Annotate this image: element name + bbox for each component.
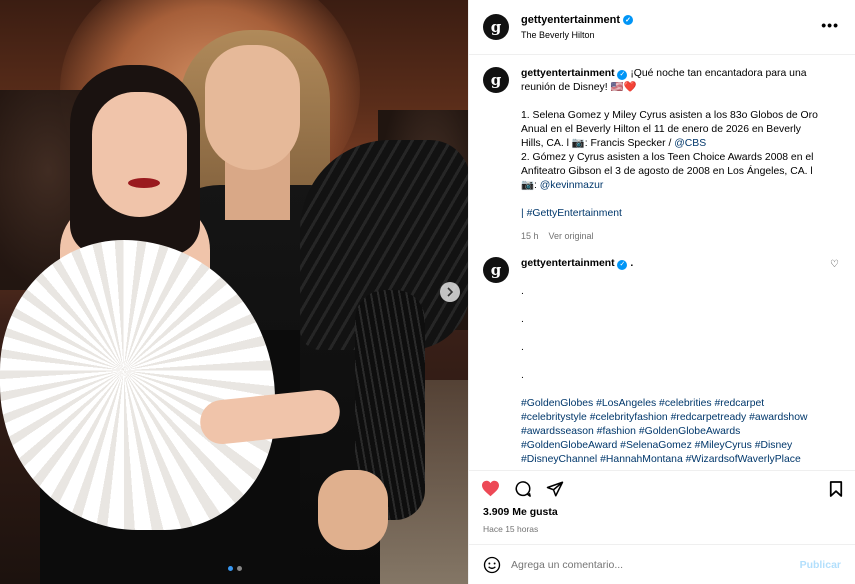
caption-text: Hills, CA. l 📷: Francis Specker / <box>521 138 675 149</box>
comment-body: gettyentertainment ✓ . . . . . #GoldenGl… <box>521 257 821 467</box>
caption-comment: g gettyentertainment ✓ ¡Qué noche tan en… <box>483 67 841 243</box>
comment-dot: . <box>521 314 524 325</box>
post-timestamp: Hace 15 horas <box>483 524 539 534</box>
person-left-lips <box>128 178 160 188</box>
more-options-icon[interactable]: ••• <box>821 17 839 33</box>
caption-username[interactable]: gettyentertainment <box>521 68 615 79</box>
comment-spacer <box>521 383 821 397</box>
verified-icon: ✓ <box>617 70 628 80</box>
verified-icon: ✓ <box>617 260 628 270</box>
caption-meta: 15 h Ver original <box>521 229 821 243</box>
comment-button[interactable] <box>514 480 532 498</box>
comment-item: g gettyentertainment ✓ . . . . . #Golden… <box>483 257 841 467</box>
publish-button[interactable]: Publicar <box>800 559 841 571</box>
avatar[interactable]: g <box>483 67 509 93</box>
person-right-hand <box>318 470 388 550</box>
person-right-face <box>205 45 300 170</box>
hashtag-line[interactable]: #DisneyChannel #HannahMontana #Wizardsof… <box>521 453 821 467</box>
header-username[interactable]: gettyentertainment ✓ <box>521 14 634 26</box>
caption-line: Hills, CA. l 📷: Francis Specker / @CBS <box>521 137 821 151</box>
comment-spacer <box>521 327 821 341</box>
caption-line: reunión de Disney! 🇺🇸❤️ <box>521 81 821 95</box>
person-left-face <box>92 92 187 217</box>
avatar[interactable]: g <box>483 14 509 40</box>
comments-list[interactable]: g gettyentertainment ✓ ¡Qué noche tan en… <box>469 55 855 470</box>
caption-line: gettyentertainment ✓ ¡Qué noche tan enca… <box>521 67 821 81</box>
emoji-icon[interactable] <box>483 556 501 574</box>
carousel-dot-1 <box>228 566 233 571</box>
action-bar <box>469 470 855 506</box>
see-original-link[interactable]: Ver original <box>549 229 594 243</box>
caption-text: ¡Qué noche tan encantadora para una <box>630 68 807 79</box>
caption-time: 15 h <box>521 231 539 241</box>
verified-icon: ✓ <box>623 15 634 25</box>
bookmark-icon <box>829 480 843 497</box>
like-button[interactable] <box>481 480 500 497</box>
caption-line: 2. Gómez y Cyrus asisten a los Teen Choi… <box>521 152 814 163</box>
avatar[interactable]: g <box>483 257 509 283</box>
caption-line: 📷: @kevinmazur <box>521 179 821 193</box>
mention-cbs[interactable]: @CBS <box>674 138 706 149</box>
caption-line: Anual en el Beverly Hilton el 11 de ener… <box>521 124 801 135</box>
comment-composer: Publicar <box>469 544 855 584</box>
likes-count[interactable]: 3.909 Me gusta <box>469 506 855 524</box>
comment-like-icon[interactable]: ♡ <box>830 259 839 270</box>
caption-emoji: 🇺🇸❤️ <box>610 82 637 93</box>
comment-input[interactable] <box>511 558 790 571</box>
comment-username[interactable]: gettyentertainment <box>521 258 615 269</box>
heart-filled-icon <box>482 480 499 497</box>
caption-text: 📷: <box>521 180 540 191</box>
comment-dot: . <box>521 370 524 381</box>
comment-spacer <box>521 299 821 313</box>
comment-dot: . <box>521 286 524 297</box>
post-header: g gettyentertainment ✓ The Beverly Hilto… <box>469 0 855 55</box>
hashtag-line[interactable]: #awardsseason #fashion #GoldenGlobeAward… <box>521 425 821 439</box>
comment-dot: . <box>521 342 524 353</box>
carousel-dot-2 <box>237 566 242 571</box>
comment-line: gettyentertainment ✓ . <box>521 257 821 271</box>
caption-text: reunión de Disney! <box>521 82 611 93</box>
comment-spacer <box>521 355 821 369</box>
post-photo[interactable] <box>0 0 468 584</box>
comment-text: . <box>630 258 634 269</box>
username-label[interactable]: gettyentertainment <box>521 14 620 26</box>
caption-line: Anfiteatro Gibson el 3 de agosto de 2008… <box>521 166 813 177</box>
post-detail-panel: g gettyentertainment ✓ The Beverly Hilto… <box>468 0 855 584</box>
hashtag-line[interactable]: #GoldenGlobeAward #SelenaGomez #MileyCyr… <box>521 439 821 453</box>
caption-line: 1. Selena Gomez y Miley Cyrus asisten a … <box>521 110 818 121</box>
header-text: gettyentertainment ✓ The Beverly Hilton <box>521 14 634 40</box>
carousel-next-button[interactable] <box>440 282 460 302</box>
hashtag-getty[interactable]: | #GettyEntertainment <box>521 207 821 221</box>
hashtag-line[interactable]: #GoldenGlobes #LosAngeles #celebrities #… <box>521 397 821 411</box>
share-button[interactable] <box>546 480 564 498</box>
post-viewer: g gettyentertainment ✓ The Beverly Hilto… <box>0 0 855 584</box>
save-button[interactable] <box>829 480 843 498</box>
send-icon <box>546 481 564 496</box>
comment-bubble-icon <box>515 480 531 497</box>
mention-kevinmazur[interactable]: @kevinmazur <box>540 180 604 191</box>
carousel-indicator <box>228 566 242 571</box>
hashtag-line[interactable]: #celebritystyle #celebrityfashion #redca… <box>521 411 821 425</box>
caption-body: gettyentertainment ✓ ¡Qué noche tan enca… <box>521 67 821 243</box>
comment-spacer <box>521 271 821 285</box>
chevron-right-icon <box>447 287 454 297</box>
location-link[interactable]: The Beverly Hilton <box>521 30 633 40</box>
